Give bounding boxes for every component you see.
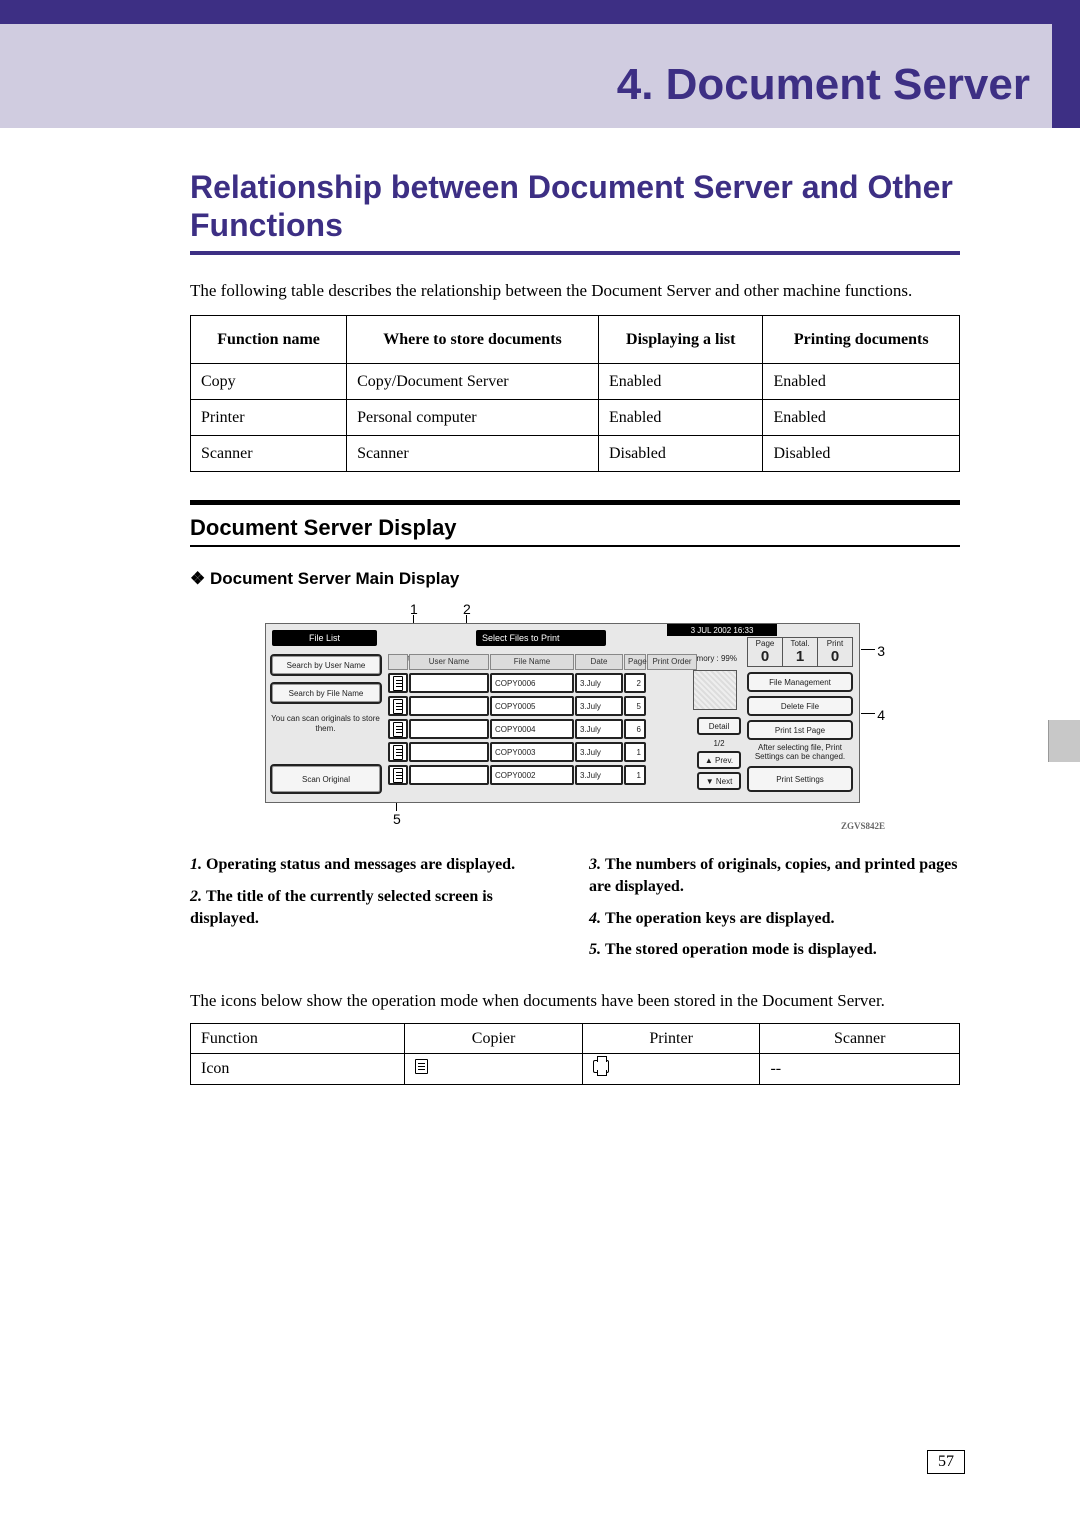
- preview-thumbnail: [693, 670, 737, 710]
- printer-icon: [593, 1060, 609, 1073]
- section-title: Relationship between Document Server and…: [190, 168, 960, 245]
- printer-icon-cell: [582, 1054, 760, 1085]
- search-file-button[interactable]: Search by File Name: [270, 682, 382, 704]
- thin-rule: [190, 545, 960, 547]
- callout-5: 5: [393, 811, 401, 827]
- chapter-title: 4. Document Server: [617, 60, 1030, 110]
- rel-row: Scanner Scanner Disabled Disabled: [191, 436, 960, 472]
- file-row[interactable]: COPY0003 3.July 1: [388, 742, 718, 762]
- page-number: 57: [927, 1450, 965, 1474]
- ss-right-col: File Management Delete File Print 1st Pa…: [747, 672, 853, 796]
- callout-3: 3: [877, 643, 885, 659]
- document-icon: [393, 699, 403, 714]
- ss-title: File List: [272, 630, 377, 646]
- subsection-title: Document Server Display: [190, 515, 960, 541]
- rel-th-3: Printing documents: [763, 316, 960, 364]
- detail-button[interactable]: Detail: [697, 717, 741, 735]
- page-indicator: 1/2: [697, 739, 741, 748]
- file-row[interactable]: COPY0004 3.July 6: [388, 719, 718, 739]
- diamond-heading: ❖ Document Server Main Display: [190, 569, 960, 589]
- print-settings-button[interactable]: Print Settings: [747, 766, 853, 792]
- copier-icon-cell: [405, 1054, 583, 1085]
- chapter-header: 4. Document Server: [0, 0, 1080, 128]
- legend-item: 3. The numbers of originals, copies, and…: [589, 854, 960, 897]
- search-user-button[interactable]: Search by User Name: [270, 654, 382, 676]
- device-screenshot: 1 2 3 4 5 ZGVS842E File List Select File…: [265, 601, 885, 831]
- ss-counter: Page0 Total.1 Print0: [747, 637, 853, 667]
- next-button[interactable]: ▼ Next: [697, 772, 741, 790]
- icons-intro: The icons below show the operation mode …: [190, 989, 960, 1014]
- right-help-text: After selecting file, Print Settings can…: [747, 744, 853, 762]
- screenshot-wrap: 1 2 3 4 5 ZGVS842E File List Select File…: [190, 601, 960, 836]
- rel-th-2: Displaying a list: [598, 316, 763, 364]
- ss-datebar: 3 JUL 2002 16:33: [667, 624, 777, 636]
- legend: 1. Operating status and messages are dis…: [190, 854, 960, 970]
- heavy-rule: [190, 500, 960, 505]
- page-content: 4. Document Server Relationship between …: [0, 0, 1080, 1145]
- delete-file-button[interactable]: Delete File: [747, 696, 853, 716]
- header-strip-top: [0, 0, 1080, 24]
- legend-item: 5. The stored operation mode is displaye…: [589, 939, 960, 961]
- rel-row: Copy Copy/Document Server Enabled Enable…: [191, 364, 960, 400]
- ss-side-text: You can scan originals to store them.: [268, 714, 383, 733]
- rel-row: Printer Personal computer Enabled Enable…: [191, 400, 960, 436]
- section-rule: [190, 251, 960, 255]
- icons-table: Function Copier Printer Scanner Icon --: [190, 1023, 960, 1085]
- file-row[interactable]: COPY0002 3.July 1: [388, 765, 718, 785]
- document-icon: [393, 768, 403, 783]
- rel-th-0: Function name: [191, 316, 347, 364]
- ss-file-table: User Name File Name Date Page Print Orde…: [388, 654, 718, 785]
- screenshot-code: ZGVS842E: [841, 821, 885, 831]
- header-strip-right: [1052, 0, 1080, 128]
- file-row[interactable]: COPY0005 3.July 5: [388, 696, 718, 716]
- document-icon: [393, 676, 403, 691]
- legend-item: 2. The title of the currently selected s…: [190, 886, 561, 929]
- ss-select-title: Select Files to Print: [476, 630, 606, 646]
- ss-left-buttons: Search by User Name Search by File Name: [270, 654, 382, 710]
- document-icon: [415, 1059, 428, 1074]
- file-row[interactable]: COPY0006 3.July 2: [388, 673, 718, 693]
- document-icon: [393, 722, 403, 737]
- prev-button[interactable]: ▲ Prev.: [697, 751, 741, 769]
- print-first-page-button[interactable]: Print 1st Page: [747, 720, 853, 740]
- callout-4: 4: [877, 707, 885, 723]
- rel-th-1: Where to store documents: [347, 316, 599, 364]
- legend-item: 4. The operation keys are displayed.: [589, 908, 960, 930]
- document-icon: [393, 745, 403, 760]
- ss-panel: File List Select Files to Print 3 JUL 20…: [265, 623, 860, 803]
- relationship-table: Function name Where to store documents D…: [190, 315, 960, 472]
- scan-original-button[interactable]: Scan Original: [270, 764, 382, 794]
- file-management-button[interactable]: File Management: [747, 672, 853, 692]
- legend-item: 1. Operating status and messages are dis…: [190, 854, 561, 876]
- section-intro: The following table describes the relati…: [190, 279, 960, 304]
